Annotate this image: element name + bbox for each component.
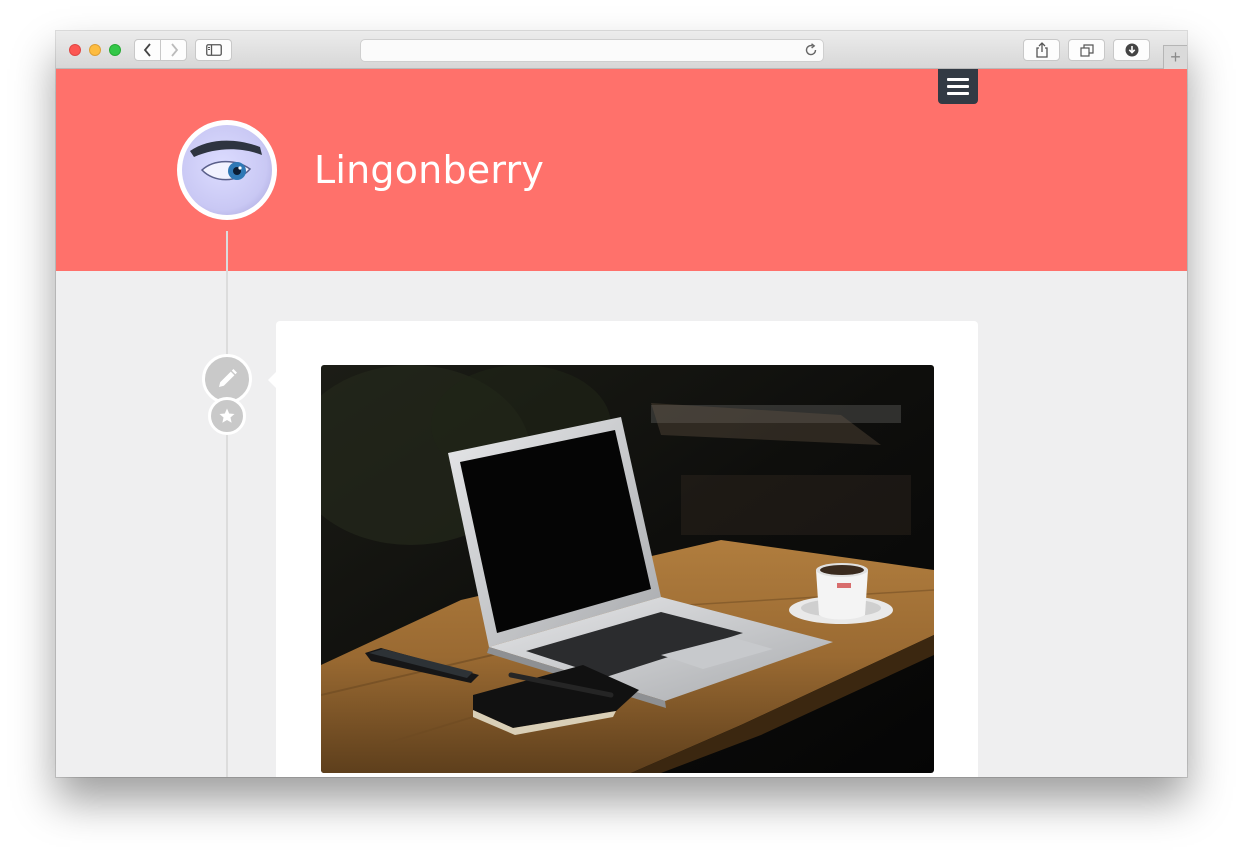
show-tabs-button[interactable] (1068, 39, 1105, 61)
timeline-line (226, 231, 228, 777)
sidebar-icon (205, 44, 222, 56)
minimize-window-button[interactable] (89, 44, 101, 56)
pencil-icon (219, 369, 237, 387)
close-window-button[interactable] (69, 44, 81, 56)
post-featured-image[interactable] (321, 365, 934, 773)
star-icon (219, 408, 235, 423)
back-button[interactable] (134, 39, 161, 61)
new-tab-button[interactable]: + (1163, 45, 1187, 69)
downloads-button[interactable] (1113, 39, 1150, 61)
hamburger-line (947, 85, 969, 88)
zoom-window-button[interactable] (109, 44, 121, 56)
sidebar-button[interactable] (195, 39, 232, 61)
avatar[interactable] (177, 120, 277, 220)
share-icon (1035, 42, 1048, 58)
hamburger-menu-button[interactable] (938, 69, 978, 104)
tabs-icon (1079, 43, 1094, 57)
avatar-image (182, 125, 272, 215)
browser-toolbar: + (56, 31, 1187, 69)
download-icon (1125, 43, 1138, 57)
sticky-post-badge[interactable] (208, 397, 246, 435)
hamburger-menu-icon (947, 78, 969, 81)
share-button[interactable] (1023, 39, 1060, 61)
chevron-right-icon (170, 43, 178, 57)
browser-window: + Lingonberry (56, 31, 1187, 777)
reload-icon[interactable] (804, 43, 818, 57)
forward-button[interactable] (160, 39, 187, 61)
chevron-left-icon (143, 43, 151, 57)
hamburger-line (947, 92, 969, 95)
laptop-desk-photo (321, 365, 934, 773)
address-bar[interactable] (360, 39, 824, 62)
site-title[interactable]: Lingonberry (314, 148, 544, 192)
